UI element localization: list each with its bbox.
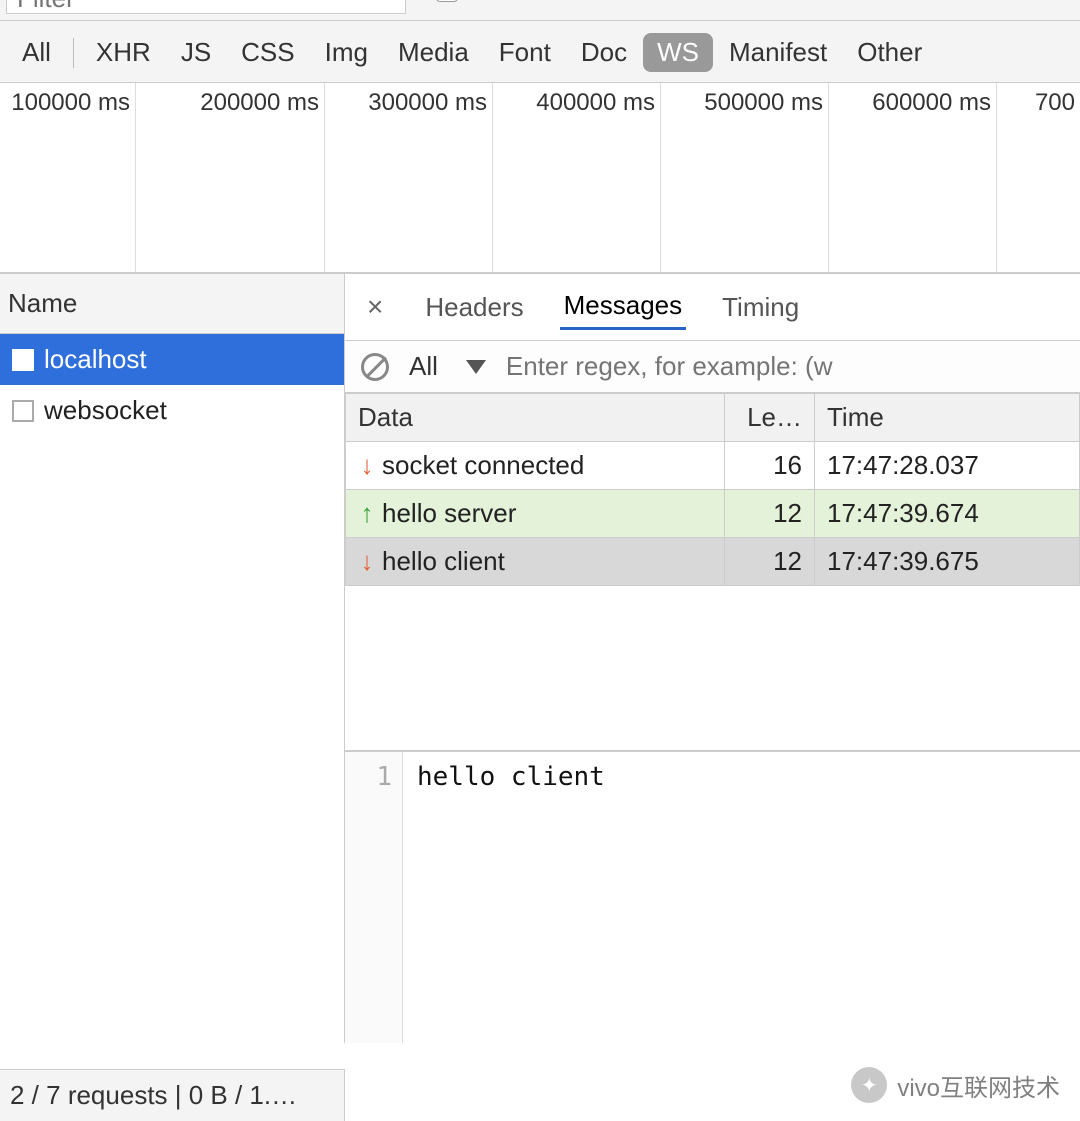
message-detail-text: hello client	[403, 752, 619, 1043]
type-filter-doc[interactable]: Doc	[567, 33, 641, 72]
hide-data-urls-label: Hide data URLs	[475, 0, 659, 4]
tab-messages[interactable]: Messages	[560, 284, 687, 330]
message-row[interactable]: ↓hello client 12 17:47:39.675	[346, 538, 1080, 586]
tick-label: 500000 ms	[704, 89, 829, 117]
timeline-overview[interactable]: 100000 ms 200000 ms 300000 ms 400000 ms …	[0, 83, 1080, 273]
main-panel: Name localhost websocket × Headers Messa…	[0, 273, 1080, 1043]
tab-timing[interactable]: Timing	[718, 286, 803, 329]
message-regex-input[interactable]	[506, 351, 1064, 382]
type-filter-img[interactable]: Img	[311, 33, 382, 72]
tick-label: 400000 ms	[536, 89, 661, 117]
type-filter-ws[interactable]: WS	[643, 33, 713, 72]
network-toolbar: Hide data URLs	[0, 0, 1080, 21]
divider	[73, 38, 74, 68]
resource-type-filters: All XHR JS CSS Img Media Font Doc WS Man…	[0, 21, 1080, 83]
type-filter-css[interactable]: CSS	[227, 33, 308, 72]
tick-label: 600000 ms	[872, 89, 997, 117]
chevron-down-icon	[466, 360, 486, 374]
type-filter-other[interactable]: Other	[843, 33, 936, 72]
arrow-down-icon: ↓	[358, 450, 376, 481]
request-list-header[interactable]: Name	[0, 274, 344, 334]
message-type-filter-label: All	[409, 351, 438, 382]
hide-data-urls-option[interactable]: Hide data URLs	[436, 0, 659, 5]
messages-toolbar: All	[345, 341, 1080, 393]
messages-empty-area	[345, 586, 1080, 751]
close-icon[interactable]: ×	[361, 291, 389, 323]
type-filter-js[interactable]: JS	[167, 33, 225, 72]
message-row[interactable]: ↓socket connected 16 17:47:28.037	[346, 442, 1080, 490]
filter-input[interactable]	[6, 0, 406, 14]
col-header-data[interactable]: Data	[346, 394, 725, 442]
message-time: 17:47:39.675	[815, 538, 1080, 586]
col-header-length[interactable]: Le…	[725, 394, 815, 442]
tick-label: 100000 ms	[11, 89, 136, 117]
message-length: 16	[725, 442, 815, 490]
message-row[interactable]: ↑hello server 12 17:47:39.674	[346, 490, 1080, 538]
table-header-row: Data Le… Time	[346, 394, 1080, 442]
tab-headers[interactable]: Headers	[421, 286, 527, 329]
request-item-label: localhost	[44, 344, 147, 375]
checkbox-icon	[436, 0, 458, 2]
col-header-time[interactable]: Time	[815, 394, 1080, 442]
watermark-text: vivo互联网技术	[897, 1068, 1060, 1103]
tick-label: 200000 ms	[200, 89, 325, 117]
type-filter-xhr[interactable]: XHR	[82, 33, 165, 72]
arrow-down-icon: ↓	[358, 546, 376, 577]
messages-table: Data Le… Time ↓socket connected 16 17:47…	[345, 393, 1080, 586]
type-filter-font[interactable]: Font	[485, 33, 565, 72]
type-filter-all[interactable]: All	[8, 33, 65, 72]
message-length: 12	[725, 538, 815, 586]
tick-label: 300000 ms	[368, 89, 493, 117]
type-filter-manifest[interactable]: Manifest	[715, 33, 841, 72]
document-icon	[12, 400, 34, 422]
message-time: 17:47:28.037	[815, 442, 1080, 490]
message-time: 17:47:39.674	[815, 490, 1080, 538]
message-data: hello server	[382, 498, 516, 528]
arrow-up-icon: ↑	[358, 498, 376, 529]
wechat-icon: ✦	[851, 1067, 887, 1103]
detail-tabs: × Headers Messages Timing	[345, 274, 1080, 341]
tick-label: 700	[1035, 89, 1080, 117]
request-item-label: websocket	[44, 395, 167, 426]
message-type-filter[interactable]: All	[409, 351, 486, 382]
document-icon	[12, 349, 34, 371]
line-number: 1	[345, 752, 403, 1043]
request-item-websocket[interactable]: websocket	[0, 385, 344, 436]
message-detail-viewer: 1 hello client	[345, 751, 1080, 1043]
type-filter-media[interactable]: Media	[384, 33, 483, 72]
message-data: hello client	[382, 546, 505, 576]
request-item-localhost[interactable]: localhost	[0, 334, 344, 385]
status-bar: 2 / 7 requests | 0 B / 1.…	[0, 1069, 345, 1121]
request-list-pane: Name localhost websocket	[0, 274, 345, 1043]
watermark: ✦ vivo互联网技术	[851, 1067, 1060, 1103]
message-data: socket connected	[382, 450, 584, 480]
message-length: 12	[725, 490, 815, 538]
request-detail-pane: × Headers Messages Timing All Data Le… T…	[345, 274, 1080, 1043]
clear-icon[interactable]	[361, 353, 389, 381]
